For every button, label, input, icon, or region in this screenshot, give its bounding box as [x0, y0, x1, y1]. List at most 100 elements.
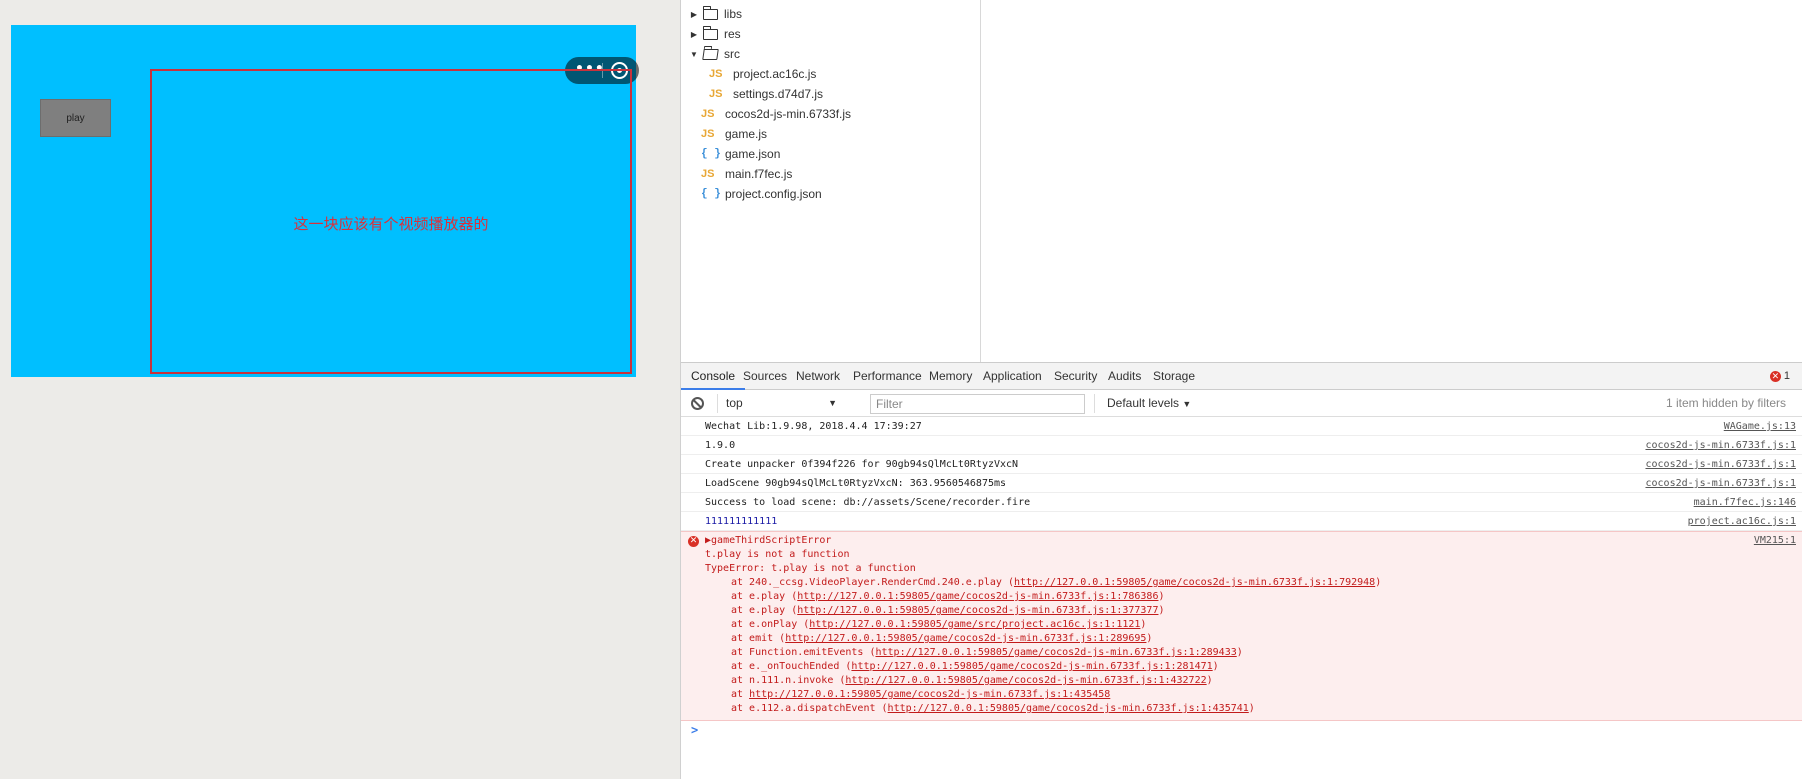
stack-trace-line: at e.onPlay (http://127.0.0.1:59805/game… — [705, 618, 1802, 632]
stack-frame-link[interactable]: http://127.0.0.1:59805/game/cocos2d-js-m… — [797, 605, 1158, 616]
stack-frame-link[interactable]: http://127.0.0.1:59805/game/src/project.… — [809, 619, 1140, 630]
error-line: TypeError: t.play is not a function — [705, 563, 916, 574]
console-message-text: Create unpacker 0f394f226 for 90gb94sQlM… — [705, 459, 1019, 470]
stack-trace-line: at http://127.0.0.1:59805/game/cocos2d-j… — [705, 688, 1802, 702]
stack-frame-text: ) — [1236, 647, 1243, 658]
stack-frame-link[interactable]: http://127.0.0.1:59805/game/cocos2d-js-m… — [1014, 577, 1375, 588]
stack-frame-link[interactable]: http://127.0.0.1:59805/game/cocos2d-js-m… — [888, 703, 1249, 714]
console-message: LoadScene 90gb94sQlMcLt0RtyzVxcN: 363.95… — [681, 474, 1802, 493]
file-tree-item[interactable]: ▼ src — [689, 44, 740, 64]
js-file-icon: JS — [701, 108, 715, 120]
js-file-icon: JS — [709, 68, 723, 80]
console-source-link[interactable]: main.f7fec.js:146 — [1694, 493, 1796, 512]
file-tree: ▶ libs ▶ res ▼ src JS project.ac16c.js JS setting… — [681, 0, 981, 362]
console-message: Wechat Lib:1.9.98, 2018.4.4 17:39:27 WAGa… — [681, 417, 1802, 436]
console-message-text: LoadScene 90gb94sQlMcLt0RtyzVxcN: 363.95… — [705, 478, 1007, 489]
stack-frame-text: ) — [1140, 619, 1147, 630]
filter-input[interactable] — [870, 394, 1085, 414]
stack-frame-text: at e.onPlay ( — [731, 619, 810, 630]
console-source-link[interactable]: WAGame.js:13 — [1724, 417, 1796, 436]
file-tree-item[interactable]: JS project.ac16c.js — [709, 64, 816, 84]
stack-frame-text: ) — [1212, 661, 1219, 672]
tab-storage[interactable]: Storage — [1143, 363, 1205, 390]
console-prompt[interactable]: > — [681, 721, 1802, 739]
console-source-link[interactable]: project.ac16c.js:1 — [1688, 512, 1796, 531]
stack-trace-line: at e.112.a.dispatchEvent (http://127.0.0… — [705, 702, 1802, 716]
stack-frame-link[interactable]: http://127.0.0.1:59805/game/cocos2d-js-m… — [845, 675, 1206, 686]
file-tree-label: src — [724, 47, 740, 61]
video-player-frame: 这一块应该有个视频播放器的 — [150, 69, 632, 374]
folder-icon — [703, 5, 718, 20]
caret-right-icon[interactable]: ▶ — [689, 10, 699, 19]
dropdown-arrow-icon: ▼ — [828, 398, 837, 408]
game-simulator-canvas[interactable]: ••• play 这一块应该有个视频播放器的 — [11, 25, 639, 377]
tab-application[interactable]: Application — [973, 363, 1052, 390]
file-tree-label: cocos2d-js-min.6733f.js — [725, 107, 852, 121]
error-icon: ✕ — [1769, 370, 1781, 382]
stack-frame-link[interactable]: http://127.0.0.1:59805/game/cocos2d-js-m… — [797, 591, 1158, 602]
file-tree-item[interactable]: { } game.json — [701, 144, 780, 164]
error-count: 1 — [1783, 370, 1790, 382]
stack-trace-line: at e._onTouchEnded (http://127.0.0.1:598… — [705, 660, 1802, 674]
error-count-badge[interactable]: ✕ 1 — [1769, 370, 1790, 382]
error-title-row[interactable]: ▶gameThirdScriptError — [705, 534, 1802, 548]
stack-trace-line: at e.play (http://127.0.0.1:59805/game/c… — [705, 604, 1802, 618]
stack-frame-text: ) — [1158, 591, 1165, 602]
caret-right-icon[interactable]: ▶ — [689, 30, 699, 39]
error-source-link[interactable]: VM215:1 — [1754, 534, 1796, 548]
stack-frame-text: at e.play ( — [731, 591, 798, 602]
stack-frame-text: at e.112.a.dispatchEvent ( — [731, 703, 888, 714]
caret-down-icon[interactable]: ▼ — [689, 50, 699, 59]
file-tree-item[interactable]: ▶ libs — [689, 4, 742, 24]
file-tree-item[interactable]: JS cocos2d-js-min.6733f.js — [701, 104, 851, 124]
play-button[interactable]: play — [40, 99, 111, 137]
log-levels-select[interactable]: Default levels ▼ — [1094, 394, 1191, 413]
stack-frame-link[interactable]: http://127.0.0.1:59805/game/cocos2d-js-m… — [749, 689, 1110, 700]
console-source-link[interactable]: cocos2d-js-min.6733f.js:1 — [1645, 474, 1796, 493]
json-file-icon: { } — [701, 188, 721, 200]
stack-frame-text: ) — [1248, 703, 1255, 714]
file-tree-label: main.f7fec.js — [725, 167, 793, 181]
error-icon: ✕ — [688, 536, 699, 547]
console-message: Success to load scene: db://assets/Scene… — [681, 493, 1802, 512]
stack-frame-link[interactable]: http://127.0.0.1:59805/game/cocos2d-js-m… — [785, 633, 1146, 644]
file-tree-label: project.config.json — [725, 187, 822, 201]
console-source-link[interactable]: cocos2d-js-min.6733f.js:1 — [1645, 436, 1796, 455]
error-line: t.play is not a function — [705, 549, 850, 560]
stack-frame-text: at Function.emitEvents ( — [731, 647, 876, 658]
file-tree-item[interactable]: { } project.config.json — [701, 184, 822, 204]
video-placeholder-text: 这一块应该有个视频播放器的 — [293, 215, 489, 233]
hidden-items-note: 1 item hidden by filters — [1665, 396, 1786, 410]
file-tree-item[interactable]: ▶ res — [689, 24, 741, 44]
json-file-icon: { } — [701, 148, 721, 160]
file-tree-item[interactable]: JS game.js — [701, 124, 767, 144]
js-file-icon: JS — [701, 128, 715, 140]
file-tree-item[interactable]: JS settings.d74d7.js — [709, 84, 823, 104]
stack-trace-line: at Function.emitEvents (http://127.0.0.1… — [705, 646, 1802, 660]
stack-frame-text: ) — [1206, 675, 1213, 686]
console-message: 111111111111 project.ac16c.js:1 — [681, 512, 1802, 531]
stack-frame-text: at emit ( — [731, 633, 786, 644]
console-source-link[interactable]: cocos2d-js-min.6733f.js:1 — [1645, 455, 1796, 474]
folder-icon — [703, 25, 718, 40]
clear-console-icon[interactable] — [691, 397, 704, 410]
devtools-panel: ▶ libs ▶ res ▼ src JS project.ac16c.js JS setting… — [680, 0, 1802, 779]
file-tree-label: game.js — [725, 127, 768, 141]
file-tree-label: libs — [724, 7, 743, 21]
console-message: Create unpacker 0f394f226 for 90gb94sQlM… — [681, 455, 1802, 474]
error-message: ✕ ▶gameThirdScriptError VM215:1 t.play i… — [681, 531, 1802, 721]
stack-frame-link[interactable]: http://127.0.0.1:59805/game/cocos2d-js-m… — [851, 661, 1212, 672]
file-tree-item[interactable]: JS main.f7fec.js — [701, 164, 792, 184]
stack-frame-text: ) — [1375, 577, 1382, 588]
js-file-icon: JS — [709, 88, 723, 100]
stack-frame-link[interactable]: http://127.0.0.1:59805/game/cocos2d-js-m… — [876, 647, 1237, 658]
console-toolbar: top ▼ Default levels ▼ 1 item hidden by … — [681, 390, 1802, 417]
context-select[interactable]: top ▼ — [717, 394, 837, 413]
context-value: top — [726, 396, 743, 410]
file-tree-label: settings.d74d7.js — [733, 87, 824, 101]
devtools-tabbar: ✕ 1 Console Sources Network Performance Memo… — [681, 362, 1802, 390]
stack-frame-text: at e.play ( — [731, 605, 798, 616]
console-message-text: Wechat Lib:1.9.98, 2018.4.4 17:39:27 — [705, 421, 922, 432]
file-tree-label: game.json — [725, 147, 781, 161]
tab-network[interactable]: Network — [786, 363, 850, 390]
